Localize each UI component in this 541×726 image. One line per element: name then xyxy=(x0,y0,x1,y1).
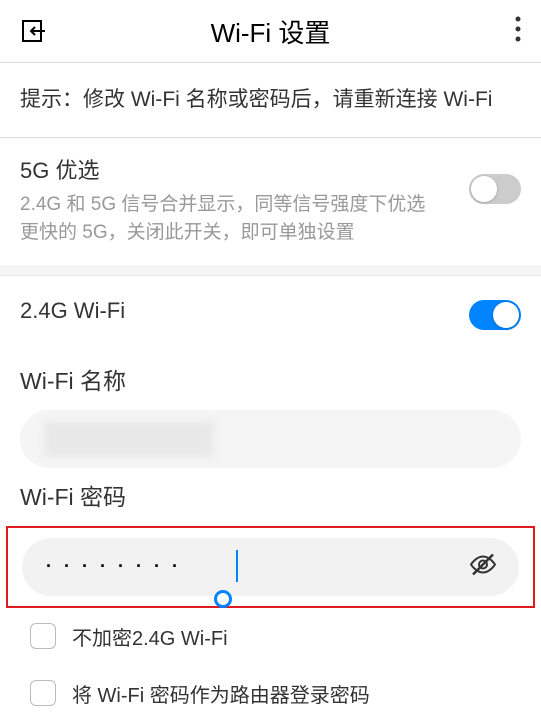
prefer-5g-title: 5G 优选 xyxy=(20,153,521,185)
back-icon[interactable] xyxy=(20,17,48,45)
wifi-password-input[interactable]: ········ xyxy=(22,538,519,596)
prefer-5g-section: 5G 优选 2.4G 和 5G 信号合并显示，同等信号强度下优选更快的 5G，关… xyxy=(0,138,541,266)
prefer-5g-desc: 2.4G 和 5G 信号合并显示，同等信号强度下优选更快的 5G，关闭此开关，即… xyxy=(20,191,521,248)
wifi-name-value-blurred xyxy=(44,421,214,457)
wifi-24g-toggle[interactable] xyxy=(469,300,521,330)
wifi-name-section: Wi-Fi 名称 xyxy=(0,352,541,468)
header: Wi-Fi 设置 xyxy=(0,0,541,62)
prefer-5g-toggle[interactable] xyxy=(469,174,521,204)
page-title: Wi-Fi 设置 xyxy=(211,13,331,50)
hint-text: 提示：修改 Wi-Fi 名称或密码后，请重新连接 Wi-Fi xyxy=(20,83,521,117)
annotation-circle xyxy=(214,590,232,608)
no-encrypt-row[interactable]: 不加密2.4G Wi-Fi xyxy=(0,608,541,665)
eye-off-icon[interactable] xyxy=(467,548,499,585)
password-masked: ········ xyxy=(46,556,190,577)
text-cursor xyxy=(236,550,238,582)
wifi-24g-section: 2.4G Wi-Fi xyxy=(0,276,541,352)
use-as-router-pwd-checkbox[interactable] xyxy=(30,680,56,706)
highlight-annotation: ········ xyxy=(6,526,535,608)
divider-thick xyxy=(0,266,541,276)
use-as-router-pwd-row[interactable]: 将 Wi-Fi 密码作为路由器登录密码 xyxy=(0,665,541,722)
wifi-name-input[interactable] xyxy=(20,410,521,468)
wifi-24g-title: 2.4G Wi-Fi xyxy=(20,298,521,324)
hint-section: 提示：修改 Wi-Fi 名称或密码后，请重新连接 Wi-Fi xyxy=(0,63,541,137)
no-encrypt-checkbox[interactable] xyxy=(30,623,56,649)
wifi-name-label: Wi-Fi 名称 xyxy=(20,362,521,396)
more-icon[interactable] xyxy=(515,16,521,47)
wifi-password-label: Wi-Fi 密码 xyxy=(0,478,541,512)
wifi-password-section: Wi-Fi 密码 ········ xyxy=(0,468,541,608)
use-as-router-pwd-label: 将 Wi-Fi 密码作为路由器登录密码 xyxy=(72,679,370,708)
no-encrypt-label: 不加密2.4G Wi-Fi xyxy=(72,622,228,651)
